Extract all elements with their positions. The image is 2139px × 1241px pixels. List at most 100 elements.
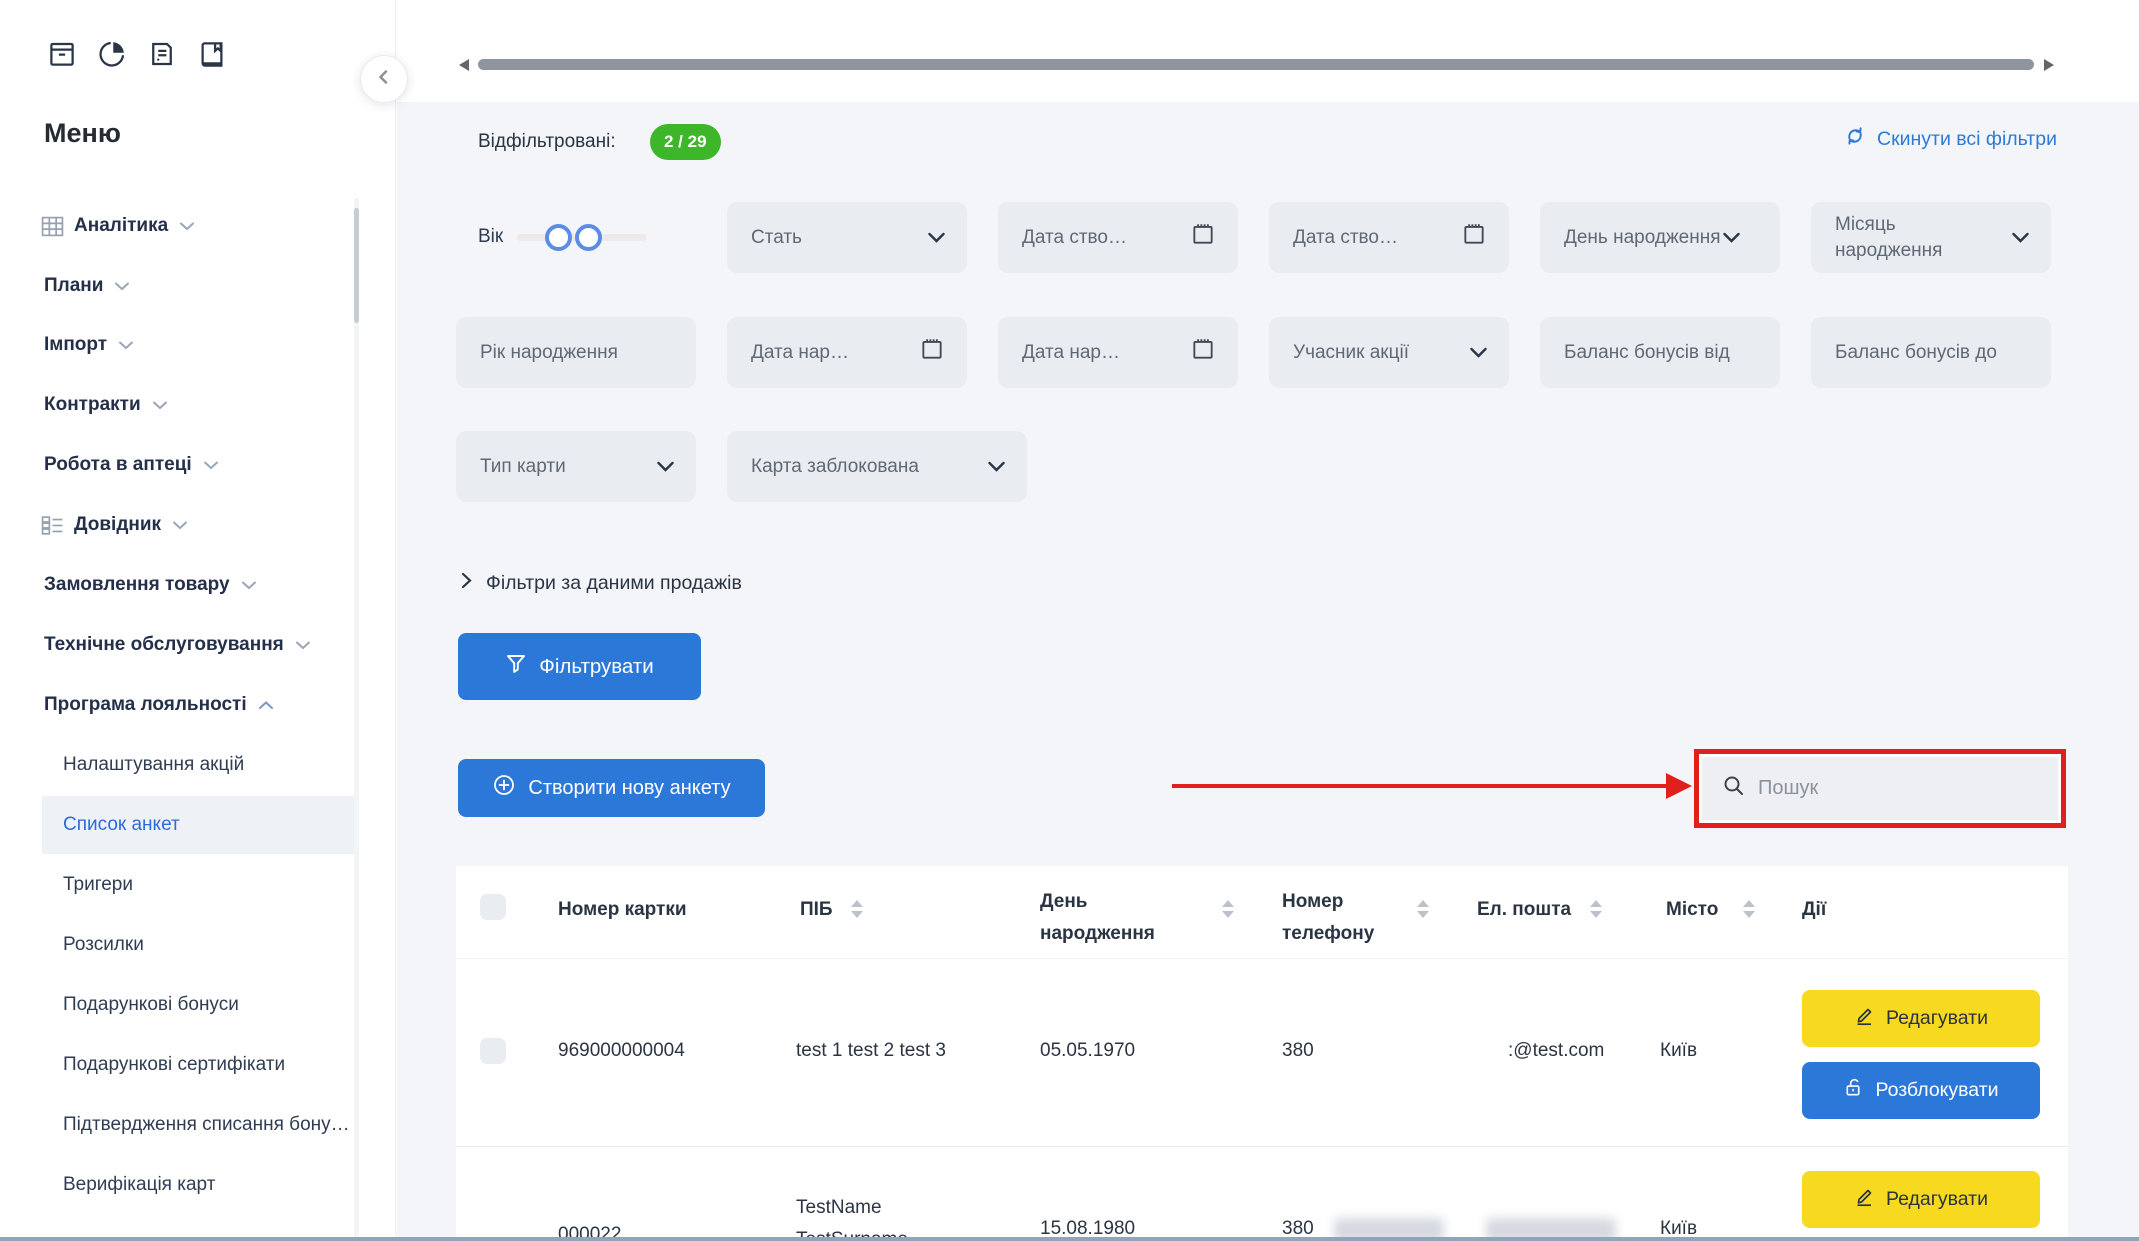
edit-button[interactable]: Редагувати: [1802, 1171, 2040, 1228]
calendar-icon: [919, 336, 945, 370]
sidebar-collapse-button[interactable]: [360, 55, 408, 103]
sidebar-subitem-mailings[interactable]: Розсилки: [42, 916, 358, 974]
annotation-highlight-box: [1694, 749, 2066, 828]
sidebar-item-maintenance[interactable]: Технічне обслуговування: [44, 631, 310, 659]
unlock-icon: [1843, 1077, 1864, 1104]
sidebar-item-plans[interactable]: Плани: [44, 272, 129, 300]
chevron-down-icon: [153, 401, 167, 410]
sidebar-scrollbar-thumb[interactable]: [354, 208, 359, 323]
unblock-button[interactable]: Розблокувати: [1802, 1062, 2040, 1119]
archive-icon[interactable]: [46, 38, 78, 70]
column-header-phone[interactable]: Номер телефону: [1282, 886, 1432, 950]
chevron-down-icon: [928, 225, 945, 251]
hscroll-left-arrow-icon[interactable]: [459, 59, 469, 71]
birth-month-select[interactable]: Місяць народження: [1811, 202, 2051, 273]
age-slider-handle-max[interactable]: [575, 224, 602, 251]
sidebar-subitem-gift-bonuses[interactable]: Подарункові бонуси: [42, 976, 358, 1034]
sidebar-subitem-writeoff-confirmation[interactable]: Підтвердження списання бону…: [42, 1096, 358, 1154]
filtered-count-badge: 2 / 29: [650, 124, 721, 160]
sort-icon[interactable]: [851, 900, 863, 918]
sidebar-item-directory[interactable]: Довідник: [41, 511, 187, 539]
birth-day-select[interactable]: День народження: [1540, 202, 1780, 273]
chevron-down-icon: [115, 282, 129, 291]
chevron-down-icon: [1723, 225, 1740, 251]
sort-icon[interactable]: [1417, 900, 1429, 918]
chevron-down-icon: [180, 222, 194, 231]
sidebar-subitem-promo-settings[interactable]: Налаштування акцій: [42, 736, 358, 794]
sidebar-item-label: Аналітика: [74, 215, 168, 237]
row-checkbox[interactable]: [480, 1038, 506, 1064]
edit-button[interactable]: Редагувати: [1802, 990, 2040, 1047]
hscroll-right-arrow-icon[interactable]: [2044, 59, 2054, 71]
divider: [456, 958, 2068, 959]
bonus-balance-from-input[interactable]: Баланс бонусів від: [1540, 317, 1780, 388]
annotation-arrow-head: [1666, 773, 1692, 799]
sidebar-item-analytics[interactable]: Аналітика: [41, 212, 194, 240]
sales-filters-expander[interactable]: Фільтри за даними продажів: [461, 572, 742, 595]
pie-chart-icon[interactable]: [96, 38, 128, 70]
cell-phone: 380: [1282, 1040, 1314, 1062]
chevron-down-icon: [2012, 225, 2029, 251]
column-header-card-number[interactable]: Номер картки: [558, 899, 687, 921]
sort-icon[interactable]: [1743, 900, 1755, 918]
sidebar-subitem-triggers[interactable]: Тригери: [42, 856, 358, 914]
table-grid-icon: [41, 214, 65, 238]
sidebar-subitem-questionnaire-list[interactable]: Список анкет: [42, 796, 358, 854]
cell-card-number: 969000000004: [558, 1040, 685, 1062]
sidebar-item-goods-order[interactable]: Замовлення товару: [44, 571, 256, 599]
sidebar-subitem-card-verification[interactable]: Верифікація карт: [42, 1156, 358, 1214]
cell-email: :@test.com: [1508, 1040, 1604, 1062]
sidebar-item-label: Замовлення товару: [44, 574, 230, 596]
sort-icon[interactable]: [1222, 900, 1234, 918]
sidebar-item-import[interactable]: Імпорт: [44, 331, 133, 359]
plus-circle-icon: [492, 773, 516, 803]
column-header-actions: Дії: [1802, 899, 1826, 921]
column-header-city[interactable]: Місто: [1666, 899, 1718, 921]
sidebar-item-loyalty-program[interactable]: Програма лояльності: [44, 691, 273, 719]
sidebar-item-label: Робота в аптеці: [44, 454, 192, 476]
calendar-icon: [1190, 336, 1216, 370]
card-blocked-select[interactable]: Карта заблокована: [727, 431, 1027, 502]
sidebar-item-contracts[interactable]: Контракти: [44, 391, 167, 419]
column-header-name[interactable]: ПІБ: [800, 899, 833, 921]
age-filter-label: Вік: [478, 226, 503, 248]
age-slider-handle-min[interactable]: [545, 224, 572, 251]
select-all-checkbox[interactable]: [480, 894, 506, 920]
chevron-up-icon: [259, 701, 273, 710]
chevron-down-icon: [988, 454, 1005, 480]
pencil-icon: [1854, 1005, 1875, 1032]
book-icon[interactable]: [196, 38, 228, 70]
gender-select[interactable]: Стать: [727, 202, 967, 273]
questionnaire-table: Номер картки ПІБ День народження Номер т…: [456, 866, 2068, 1241]
create-questionnaire-button[interactable]: Створити нову анкету: [458, 759, 765, 817]
birth-date-from-input[interactable]: Дата нар…: [727, 317, 967, 388]
document-icon[interactable]: [146, 38, 178, 70]
search-input[interactable]: [1758, 777, 2038, 800]
chevron-down-icon: [119, 341, 133, 350]
chevron-right-icon: [461, 572, 472, 595]
sidebar-item-pharmacy-work[interactable]: Робота в аптеці: [44, 451, 218, 479]
search-field[interactable]: [1702, 757, 2058, 820]
reset-filters-link[interactable]: Скинути всі фільтри: [1843, 124, 2057, 154]
created-date-to-input[interactable]: Дата ство…: [1269, 202, 1509, 273]
filter-button[interactable]: Фільтрувати: [458, 633, 701, 700]
created-date-from-input[interactable]: Дата ство…: [998, 202, 1238, 273]
calendar-icon: [1461, 221, 1487, 255]
horizontal-scrollbar[interactable]: [478, 59, 2034, 70]
birth-year-input[interactable]: Рік народження: [456, 317, 696, 388]
promo-member-select[interactable]: Учасник акції: [1269, 317, 1509, 388]
chevron-down-icon: [173, 521, 187, 530]
refresh-icon: [1843, 124, 1867, 154]
bonus-balance-to-input[interactable]: Баланс бонусів до: [1811, 317, 2051, 388]
column-header-birthday[interactable]: День народження: [1040, 886, 1185, 950]
birth-date-to-input[interactable]: Дата нар…: [998, 317, 1238, 388]
sidebar-item-label: Контракти: [44, 394, 141, 416]
chevron-down-icon: [204, 461, 218, 470]
column-header-email[interactable]: Ел. пошта: [1477, 899, 1571, 921]
card-type-select[interactable]: Тип карти: [456, 431, 696, 502]
sort-icon[interactable]: [1590, 900, 1602, 918]
funnel-icon: [505, 653, 527, 681]
list-icon: [41, 513, 65, 537]
sidebar-subitem-gift-certificates[interactable]: Подарункові сертифікати: [42, 1036, 358, 1094]
sidebar-item-label: Імпорт: [44, 334, 107, 356]
